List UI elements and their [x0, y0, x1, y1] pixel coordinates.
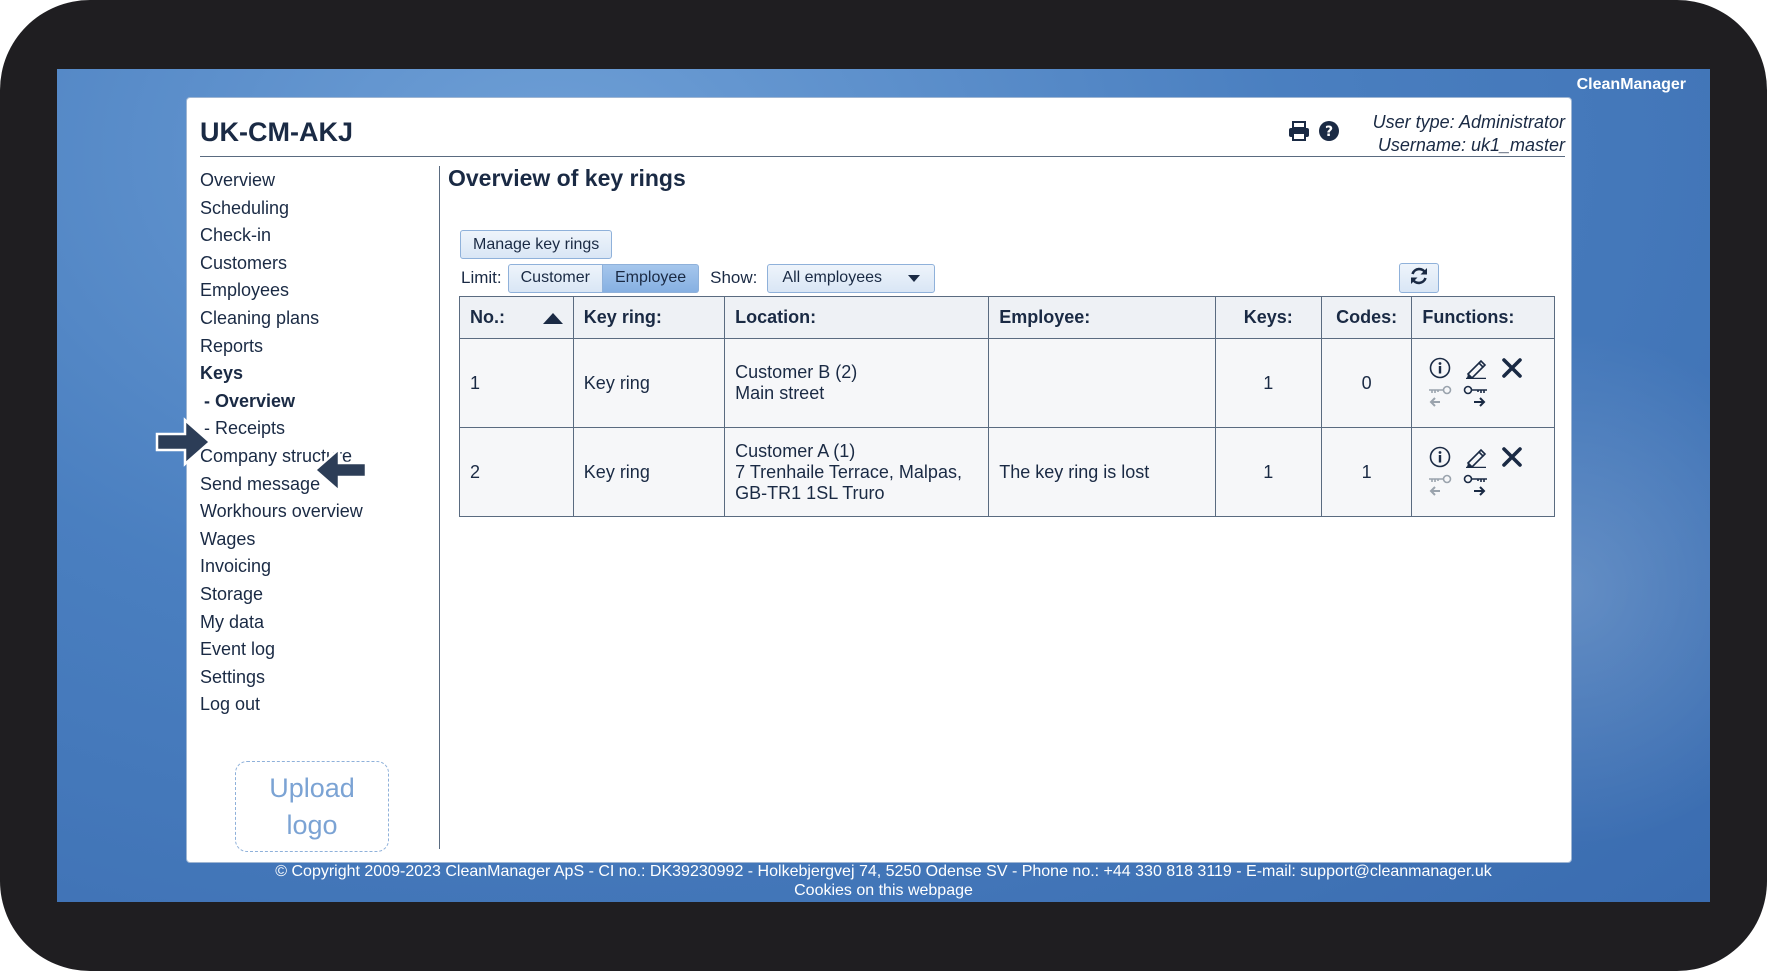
- menu-item-employees[interactable]: Employees: [200, 277, 363, 305]
- svg-text:?: ?: [1325, 124, 1333, 140]
- refresh-icon: [1408, 265, 1430, 292]
- cell-functions: [1411, 338, 1555, 428]
- show-select[interactable]: All employees: [767, 263, 936, 293]
- column-header-location[interactable]: Location:: [724, 296, 990, 339]
- cell-codes: 1: [1320, 427, 1413, 517]
- location-line-1: Customer A (1): [735, 440, 856, 461]
- show-label: Show:: [710, 268, 758, 287]
- upload-logo-line2: logo: [286, 809, 338, 840]
- cell-no: 1: [459, 338, 574, 428]
- menu-item-check-in[interactable]: Check-in: [200, 222, 363, 250]
- menu-item-keys-receipts[interactable]: - Receipts: [200, 415, 363, 443]
- menu-item-wages[interactable]: Wages: [200, 526, 363, 554]
- cell-keys: 1: [1214, 338, 1322, 428]
- page-title: Overview of key rings: [448, 165, 686, 191]
- main-panel: UK-CM-AKJ ? User type: Administrator Use…: [155, 97, 1572, 863]
- page-footer: © Copyright 2009-2023 CleanManager ApS -…: [57, 862, 1710, 900]
- column-header-codes[interactable]: Codes:: [1320, 296, 1413, 339]
- user-info: User type: Administrator Username: uk1_m…: [1373, 111, 1565, 157]
- location-line-3: GB-TR1 1SL Truro: [735, 482, 885, 503]
- location-line-2: Main street: [735, 383, 825, 403]
- cell-no: 2: [459, 427, 574, 517]
- cell-functions: [1411, 427, 1555, 517]
- edit-icon[interactable]: [1458, 357, 1494, 379]
- delete-icon[interactable]: [1494, 357, 1530, 379]
- cell-location: Customer B (2) Main street: [724, 338, 990, 428]
- table-row: 2 Key ring Customer A (1) 7 Trenhaile Te…: [459, 427, 1555, 517]
- menu-item-reports[interactable]: Reports: [200, 333, 363, 361]
- menu-item-workhours-overview[interactable]: Workhours overview: [200, 498, 363, 526]
- location-line-2: 7 Trenhaile Terrace, Malpas,: [735, 461, 962, 482]
- menu-item-storage[interactable]: Storage: [200, 581, 363, 609]
- menu-item-customers[interactable]: Customers: [200, 250, 363, 278]
- column-header-no[interactable]: No.:: [459, 296, 574, 339]
- cell-codes: 0: [1320, 338, 1413, 428]
- menu-item-keys-overview[interactable]: - Overview: [200, 388, 363, 416]
- edit-icon[interactable]: [1458, 446, 1494, 468]
- brand-label: CleanManager: [1576, 76, 1686, 93]
- column-header-key-ring[interactable]: Key ring:: [572, 296, 726, 339]
- menu-item-cleaning-plans[interactable]: Cleaning plans: [200, 305, 363, 333]
- menu-item-settings[interactable]: Settings: [200, 664, 363, 692]
- menu-item-keys[interactable]: Keys: [200, 360, 363, 388]
- user-type: User type: Administrator: [1372, 112, 1565, 132]
- location-line-1: Customer B (2): [735, 362, 858, 382]
- site-title: UK-CM-AKJ: [200, 117, 353, 147]
- sidebar-divider: [439, 166, 440, 849]
- key-handout-icon[interactable]: [1458, 474, 1494, 498]
- limit-toggle: Customer Employee: [507, 263, 700, 293]
- key-rings-table: No.: Key ring: Location: Employee: Keys:…: [459, 296, 1555, 517]
- cookies-link[interactable]: Cookies on this webpage: [57, 881, 1710, 900]
- username: Username: uk1_master: [1377, 135, 1565, 155]
- header-divider: [200, 156, 1565, 157]
- table-header-row: No.: Key ring: Location: Employee: Keys:…: [459, 296, 1555, 339]
- copyright-text: © Copyright 2009-2023 CleanManager ApS -…: [275, 863, 1492, 880]
- chevron-down-icon: [908, 274, 921, 282]
- menu-item-log-out[interactable]: Log out: [200, 691, 363, 719]
- cell-location: Customer A (1) 7 Trenhaile Terrace, Malp…: [724, 427, 990, 517]
- menu-item-invoicing[interactable]: Invoicing: [200, 553, 363, 581]
- key-return-icon[interactable]: [1422, 474, 1458, 498]
- limit-employee-button[interactable]: Employee: [602, 263, 700, 293]
- cell-key-ring: Key ring: [572, 338, 726, 428]
- manage-key-rings-button[interactable]: Manage key rings: [460, 230, 613, 259]
- column-header-functions: Functions:: [1411, 296, 1555, 339]
- column-header-keys[interactable]: Keys:: [1214, 296, 1322, 339]
- sidebar-menu: Overview Scheduling Check-in Customers E…: [155, 167, 368, 719]
- table-row: 1 Key ring Customer B (2) Main street 1 …: [459, 338, 1555, 428]
- header-tools: ?: [1288, 120, 1340, 147]
- show-select-value: All employees: [782, 269, 882, 286]
- cell-key-ring: Key ring: [572, 427, 726, 517]
- help-icon[interactable]: ?: [1318, 120, 1340, 147]
- upload-logo-button[interactable]: Upload logo: [235, 761, 389, 852]
- key-return-icon[interactable]: [1422, 385, 1458, 409]
- cell-employee: [988, 338, 1216, 428]
- menu-item-scheduling[interactable]: Scheduling: [200, 195, 363, 223]
- limit-customer-button[interactable]: Customer: [507, 263, 603, 293]
- limit-label: Limit:: [461, 268, 502, 287]
- menu-item-my-data[interactable]: My data: [200, 609, 363, 637]
- menu-item-event-log[interactable]: Event log: [200, 636, 363, 664]
- info-icon[interactable]: [1422, 446, 1458, 468]
- menu-item-overview[interactable]: Overview: [200, 167, 363, 195]
- column-header-employee[interactable]: Employee:: [988, 296, 1216, 339]
- sort-ascending-icon[interactable]: [542, 313, 563, 324]
- filter-row: Limit: Customer Employee Show: All emplo…: [461, 263, 936, 293]
- delete-icon[interactable]: [1494, 446, 1530, 468]
- print-icon[interactable]: [1288, 120, 1310, 147]
- cell-keys: 1: [1214, 427, 1322, 517]
- key-handout-icon[interactable]: [1458, 385, 1494, 409]
- browser-screen: CleanManager UK-CM-AKJ ? User type: Admi…: [57, 69, 1710, 902]
- arrow-left-icon: [312, 446, 368, 499]
- upload-logo-line1: Upload: [269, 772, 355, 803]
- device-bezel: CleanManager UK-CM-AKJ ? User type: Admi…: [0, 0, 1767, 971]
- refresh-button[interactable]: [1399, 263, 1439, 293]
- info-icon[interactable]: [1422, 357, 1458, 379]
- arrow-right-icon: [155, 417, 213, 472]
- cell-employee: The key ring is lost: [988, 427, 1216, 517]
